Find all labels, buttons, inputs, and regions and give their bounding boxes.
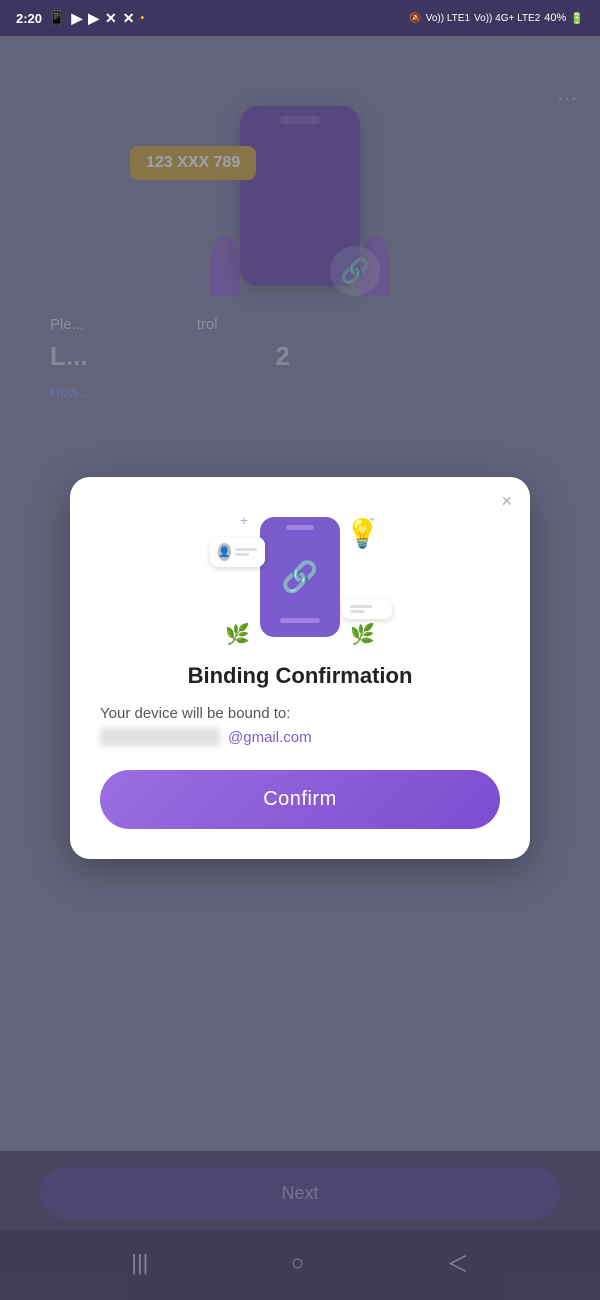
modal-phone-screen-bottom [280,618,320,623]
leaf-decoration-left: 🌿 [225,622,250,647]
status-time: 2:20 📱 ▶ ▶ ✕ ✕ • [16,10,144,27]
modal-close-button[interactable]: × [501,491,512,512]
modal-phone-notch [286,525,314,530]
chat-bubble-left: 👤 [210,537,265,567]
status-icons: 🔕 Vo)) LTE1 Vo)) 4G+ LTE2 40% 🔋 [409,12,584,25]
chat-line-wide-r [350,605,372,608]
avatar-icon: 👤 [218,543,231,561]
confirm-button[interactable]: Confirm [100,770,500,829]
binding-confirmation-modal: × + + 👤 🔗 💡 [70,477,530,859]
status-bar: 2:20 📱 ▶ ▶ ✕ ✕ • 🔕 Vo)) LTE1 Vo)) 4G+ LT… [0,0,600,36]
battery-indicator: 40% [544,12,566,24]
chat-line-narrow [235,553,249,556]
chat-lines-right [350,605,384,613]
leaf-decoration-right: 🌿 [350,622,375,647]
modal-email-line: @gmail.com [100,728,500,746]
chat-line-narrow-r [350,610,364,613]
email-blur-prefix [100,728,220,746]
time-display: 2:20 [16,11,42,26]
chat-line-wide [235,548,257,551]
modal-title: Binding Confirmation [188,663,413,689]
modal-overlay: × + + 👤 🔗 💡 [0,36,600,1300]
email-suffix: @gmail.com [228,729,312,746]
chat-bubble-right [342,599,392,619]
modal-phone-body: 🔗 [260,517,340,637]
chat-lines [235,548,257,556]
modal-body-text: Your device will be bound to: [100,705,500,722]
modal-illustration: + + 👤 🔗 💡 [220,507,380,647]
lightbulb-icon: 💡 [345,517,380,550]
chain-icon: 🔗 [281,560,318,595]
plus-decoration-tl: + [240,512,248,528]
